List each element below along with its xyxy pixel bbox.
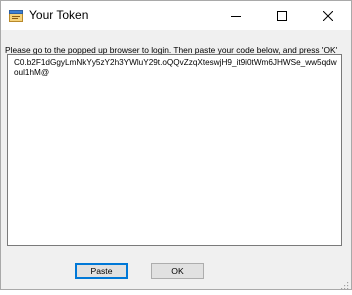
paste-button[interactable]: Paste [75, 263, 128, 279]
minimize-button[interactable] [213, 1, 259, 30]
token-textarea[interactable]: C0.b2F1dGgyLmNkYy5zY2h3YWluY29t.oQQvZzqX… [7, 54, 342, 246]
close-icon [323, 10, 333, 21]
minimize-icon [231, 15, 241, 17]
token-value: C0.b2F1dGgyLmNkYy5zY2h3YWluY29t.oQQvZzqX… [14, 58, 337, 77]
window-title: Your Token [29, 8, 89, 22]
title-bar[interactable]: Your Token [1, 1, 351, 30]
token-dialog-window: Your Token Please go to the popped up br… [0, 0, 352, 290]
maximize-button[interactable] [259, 1, 305, 30]
ok-button[interactable]: OK [151, 263, 204, 279]
resize-grip-icon[interactable] [339, 277, 349, 290]
app-window-icon [9, 9, 23, 22]
maximize-icon [277, 10, 287, 21]
close-button[interactable] [305, 1, 351, 30]
